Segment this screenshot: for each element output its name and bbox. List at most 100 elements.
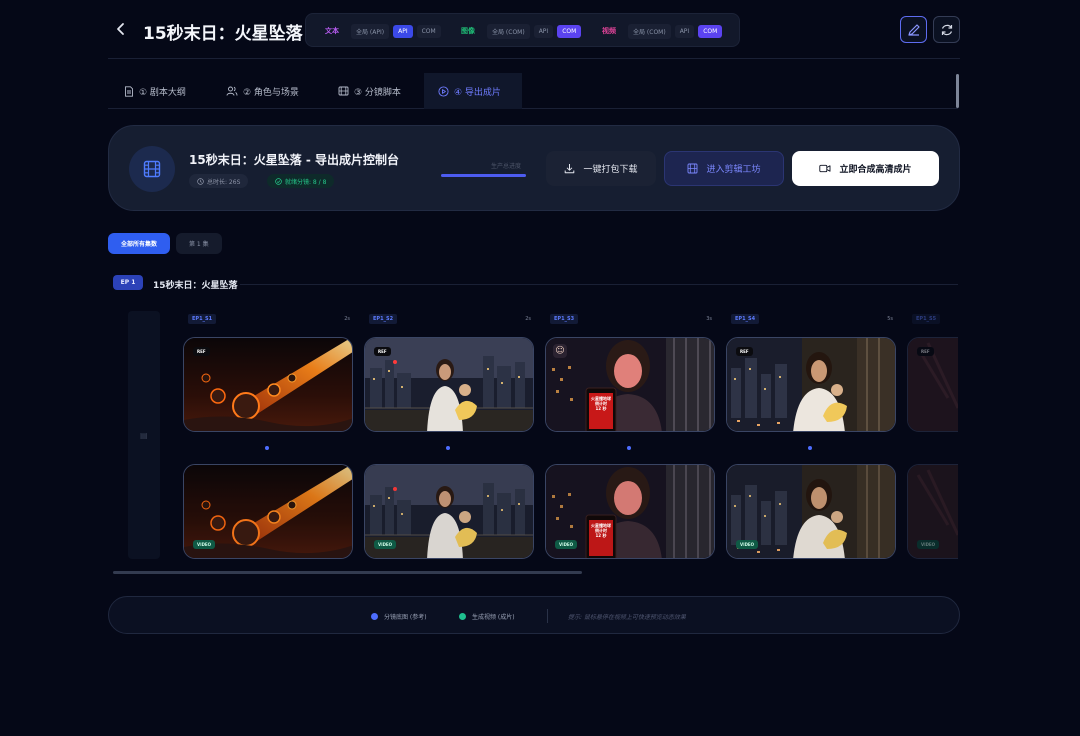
video-mode-com[interactable]: COM: [698, 24, 723, 38]
back-arrow-icon[interactable]: [112, 20, 130, 38]
storyboard-reference-card[interactable]: REF: [183, 337, 353, 432]
film-icon: [688, 163, 698, 174]
shot-id: EP1_S3: [550, 314, 579, 324]
shot-header: EP1_S1 2s: [188, 314, 350, 324]
phone-alert-text: 火星撞地球 倒计时 12 秒: [591, 523, 611, 538]
shot-duration: 2s: [525, 316, 531, 322]
legend-ref-label: 分镜底图 (参考): [384, 614, 427, 621]
download-all-button[interactable]: 一键打包下载: [546, 151, 656, 186]
edit-pen-button[interactable]: [900, 16, 927, 43]
link-dot: [627, 446, 631, 450]
shot-column: EP1_S2 2s REF VIDEO: [364, 311, 534, 561]
text-mode-global[interactable]: 全局 (API): [351, 23, 390, 39]
episode-divider: [240, 284, 958, 285]
pen-icon: [907, 23, 920, 36]
text-mode-api[interactable]: API: [393, 24, 413, 38]
legend-ref: 分镜底图 (参考): [371, 612, 427, 621]
progress-label: 生产总进度: [491, 163, 522, 170]
storyboard-reference-card[interactable]: REF: [907, 337, 958, 432]
tab-label: ① 剧本大纲: [139, 87, 186, 98]
progress-fill: [441, 174, 526, 177]
episode-filters: 全部所有集数 第 1 集: [108, 233, 222, 254]
text-mode-com[interactable]: COM: [416, 24, 441, 38]
shot-id: EP1_S5: [912, 314, 941, 324]
generated-video-card[interactable]: VIDEO: [907, 464, 958, 559]
row-label-column: ▤: [128, 311, 160, 559]
generated-video-card[interactable]: VIDEO: [726, 464, 896, 559]
tab-label: ② 角色与场景: [243, 87, 299, 98]
shot-header: EP1_S4 5s: [731, 314, 893, 324]
text-mode-group: 文本 全局 (API) API COM: [325, 23, 441, 39]
shot-column: EP1_S5 REF VIDEO: [907, 311, 958, 561]
ref-badge: REF: [193, 347, 210, 356]
video-mode-label: 视频: [602, 27, 616, 35]
storyboard-reference-card[interactable]: REF: [726, 337, 896, 432]
film-strip-icon: [129, 146, 175, 192]
ready-chip: 就绪分镜: 8 / 8: [267, 174, 335, 188]
link-dot: [446, 446, 450, 450]
shot-duration: 5s: [887, 316, 893, 322]
text-mode-label: 文本: [325, 27, 339, 35]
ref-badge: REF: [917, 347, 934, 356]
shot-id: EP1_S4: [731, 314, 760, 324]
check-circle-icon: [275, 177, 282, 185]
video-mode-group: 视频 全局 (COM) API COM: [602, 23, 723, 39]
ref-dot: [371, 613, 378, 620]
export-console: 15秒末日：火星坠落 - 导出成片控制台 总时长: 26S 就绪分镜: 8 / …: [108, 125, 960, 211]
storyboard-reference-card[interactable]: 火星撞地球 倒计时 12 秒 ☺: [545, 337, 715, 432]
video-mode-global[interactable]: 全局 (COM): [628, 23, 671, 39]
video-badge: VIDEO: [917, 540, 940, 549]
ref-badge: REF: [736, 347, 753, 356]
shot-header: EP1_S2 2s: [369, 314, 531, 324]
link-dot: [808, 446, 812, 450]
tab-script-outline[interactable]: ① 剧本大纲: [110, 73, 200, 109]
image-mode-global[interactable]: 全局 (COM): [487, 23, 530, 39]
filter-all-episodes[interactable]: 全部所有集数: [108, 233, 171, 254]
tabs-scrollbar[interactable]: [956, 74, 959, 108]
film-icon: ▤: [140, 431, 148, 440]
video-mode-api[interactable]: API: [674, 24, 695, 38]
filter-episode-1[interactable]: 第 1 集: [176, 233, 222, 254]
header-divider: [108, 58, 960, 59]
link-dot: [265, 446, 269, 450]
generated-video-card[interactable]: 火星撞地球 倒计时 12 秒 VIDEO: [545, 464, 715, 559]
episode-title: 15秒末日：火星坠落: [153, 281, 238, 291]
enter-editor-button[interactable]: 进入剪辑工坊: [664, 151, 784, 186]
duration-chip: 总时长: 26S: [189, 174, 249, 188]
ready-label: 就绪分镜: 8 / 8: [285, 178, 327, 186]
shot-header: EP1_S3 3s: [550, 314, 712, 324]
shot-duration: 2s: [344, 316, 350, 322]
shot-strip-scrollbar[interactable]: [113, 571, 582, 574]
image-mode-api[interactable]: API: [533, 24, 554, 38]
avatar-icon: ☺: [553, 344, 567, 358]
shot-id: EP1_S2: [369, 314, 398, 324]
shot-column: EP1_S3 3s 火星撞地球 倒计时 12 秒 ☺ 火星撞地球 倒计时 12 秒 VID…: [545, 311, 715, 561]
download-label: 一键打包下载: [583, 165, 638, 175]
legend-hint: 提示: 鼠标悬停在视频上可快速预览动态效果: [568, 614, 686, 621]
shot-duration: 3s: [706, 316, 712, 322]
tab-label: ③ 分镜脚本: [354, 87, 401, 98]
ref-badge: REF: [374, 347, 391, 356]
generated-video-card[interactable]: VIDEO: [183, 464, 353, 559]
tab-characters-scenes[interactable]: ② 角色与场景: [212, 73, 313, 109]
progress-bar: [441, 174, 526, 177]
play-circle-icon: [438, 85, 449, 97]
generated-video-card[interactable]: VIDEO: [364, 464, 534, 559]
shot-column: EP1_S4 5s REF VIDEO: [726, 311, 896, 561]
document-icon: [125, 85, 133, 97]
tab-storyboard[interactable]: ③ 分镜脚本: [324, 73, 415, 109]
legend-bar: 分镜底图 (参考) 生成视频 (成片) 提示: 鼠标悬停在视频上可快速预览动态效…: [108, 596, 960, 634]
refresh-button[interactable]: [933, 16, 960, 43]
legend-video-label: 生成视频 (成片): [472, 614, 515, 621]
tab-export[interactable]: ④ 导出成片: [424, 73, 522, 109]
users-icon: [226, 86, 238, 96]
storyboard-reference-card[interactable]: REF: [364, 337, 534, 432]
compose-hd-button[interactable]: 立即合成高清成片: [792, 151, 939, 186]
shot-id: EP1_S1: [188, 314, 217, 324]
shot-header: EP1_S5: [912, 314, 958, 324]
image-mode-com[interactable]: COM: [557, 24, 582, 38]
shot-column: EP1_S1 2s REF VIDEO: [183, 311, 353, 561]
compose-label: 立即合成高清成片: [839, 165, 912, 175]
legend-separator: [547, 609, 548, 623]
download-icon: [565, 164, 575, 174]
